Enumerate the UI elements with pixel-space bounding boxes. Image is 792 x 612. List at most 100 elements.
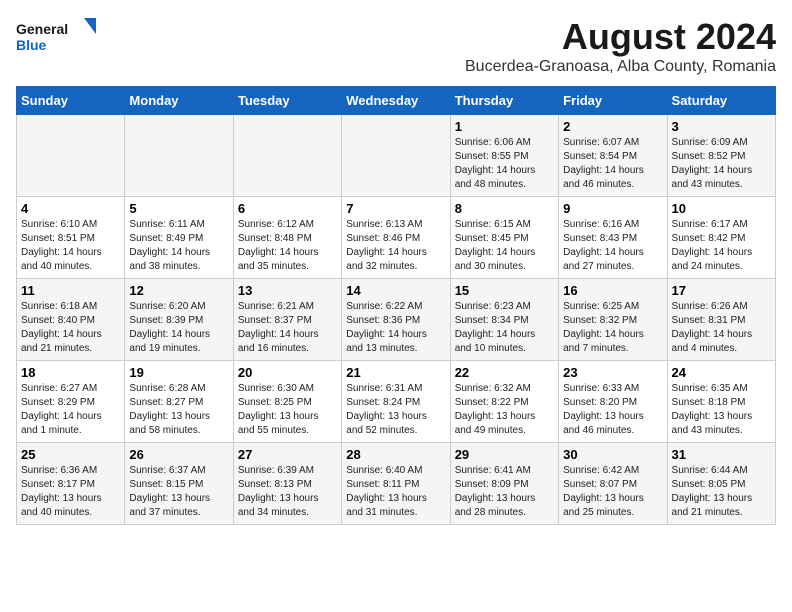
calendar-cell: 28 Sunrise: 6:40 AMSunset: 8:11 PMDayligh… (342, 443, 450, 525)
calendar-cell: 1 Sunrise: 6:06 AMSunset: 8:55 PMDaylight… (450, 115, 558, 197)
day-number: 9 (563, 201, 662, 216)
header-cell: Thursday (450, 87, 558, 115)
day-info: Sunrise: 6:32 AMSunset: 8:22 PMDaylight:… (455, 382, 554, 438)
day-info: Sunrise: 6:37 AMSunset: 8:15 PMDaylight:… (129, 464, 228, 520)
day-number: 4 (21, 201, 120, 216)
day-number: 13 (238, 283, 337, 298)
day-number: 11 (21, 283, 120, 298)
calendar-body: 1 Sunrise: 6:06 AMSunset: 8:55 PMDaylight… (17, 115, 776, 525)
calendar-cell: 7 Sunrise: 6:13 AMSunset: 8:46 PMDaylight… (342, 197, 450, 279)
day-info: Sunrise: 6:36 AMSunset: 8:17 PMDaylight:… (21, 464, 120, 520)
day-number: 3 (672, 119, 771, 134)
day-number: 8 (455, 201, 554, 216)
header-cell: Sunday (17, 87, 125, 115)
day-number: 27 (238, 447, 337, 462)
calendar-cell: 3Sunrise: 6:09 AMSunset: 8:52 PMDaylight… (667, 115, 775, 197)
svg-text:General: General (16, 21, 68, 37)
day-number: 12 (129, 283, 228, 298)
day-number: 23 (563, 365, 662, 380)
calendar-cell: 18Sunrise: 6:27 AMSunset: 8:29 PMDayligh… (17, 361, 125, 443)
calendar-cell: 21 Sunrise: 6:31 AMSunset: 8:24 PMDayligh… (342, 361, 450, 443)
subtitle: Bucerdea-Granoasa, Alba County, Romania (465, 58, 776, 76)
calendar-cell: 24Sunrise: 6:35 AMSunset: 8:18 PMDayligh… (667, 361, 775, 443)
day-number: 21 (346, 365, 445, 380)
calendar-header: SundayMondayTuesdayWednesdayThursdayFrid… (17, 87, 776, 115)
day-info: Sunrise: 6:16 AMSunset: 8:43 PMDaylight:… (563, 218, 662, 274)
logo-svg: General Blue (16, 16, 96, 60)
calendar-cell: 17Sunrise: 6:26 AMSunset: 8:31 PMDayligh… (667, 279, 775, 361)
logo: General Blue (16, 16, 96, 60)
calendar-cell: 11 Sunrise: 6:18 AMSunset: 8:40 PMDayligh… (17, 279, 125, 361)
header: General Blue August 2024 Bucerdea-Granoa… (16, 16, 776, 76)
day-info: Sunrise: 6:20 AMSunset: 8:39 PMDaylight:… (129, 300, 228, 356)
title-area: August 2024 Bucerdea-Granoasa, Alba Coun… (465, 16, 776, 76)
day-info: Sunrise: 6:28 AMSunset: 8:27 PMDaylight:… (129, 382, 228, 438)
day-number: 17 (672, 283, 771, 298)
day-info: Sunrise: 6:25 AMSunset: 8:32 PMDaylight:… (563, 300, 662, 356)
day-number: 20 (238, 365, 337, 380)
day-info: Sunrise: 6:11 AMSunset: 8:49 PMDaylight:… (129, 218, 228, 274)
svg-text:Blue: Blue (16, 37, 47, 53)
day-number: 26 (129, 447, 228, 462)
calendar-cell (125, 115, 233, 197)
calendar-row: 25 Sunrise: 6:36 AMSunset: 8:17 PMDayligh… (17, 443, 776, 525)
calendar-cell: 5Sunrise: 6:11 AMSunset: 8:49 PMDaylight… (125, 197, 233, 279)
day-info: Sunrise: 6:07 AMSunset: 8:54 PMDaylight:… (563, 136, 662, 192)
calendar-row: 4 Sunrise: 6:10 AMSunset: 8:51 PMDaylight… (17, 197, 776, 279)
header-cell: Saturday (667, 87, 775, 115)
calendar-cell: 31 Sunrise: 6:44 AMSunset: 8:05 PMDayligh… (667, 443, 775, 525)
day-number: 25 (21, 447, 120, 462)
day-number: 16 (563, 283, 662, 298)
day-info: Sunrise: 6:22 AMSunset: 8:36 PMDaylight:… (346, 300, 445, 356)
day-number: 22 (455, 365, 554, 380)
header-cell: Friday (559, 87, 667, 115)
calendar-cell: 26 Sunrise: 6:37 AMSunset: 8:15 PMDayligh… (125, 443, 233, 525)
day-info: Sunrise: 6:23 AMSunset: 8:34 PMDaylight:… (455, 300, 554, 356)
calendar-cell: 22 Sunrise: 6:32 AMSunset: 8:22 PMDayligh… (450, 361, 558, 443)
calendar-cell: 20 Sunrise: 6:30 AMSunset: 8:25 PMDayligh… (233, 361, 341, 443)
header-cell: Tuesday (233, 87, 341, 115)
day-number: 29 (455, 447, 554, 462)
calendar-cell: 2 Sunrise: 6:07 AMSunset: 8:54 PMDaylight… (559, 115, 667, 197)
calendar-cell: 14 Sunrise: 6:22 AMSunset: 8:36 PMDayligh… (342, 279, 450, 361)
day-info: Sunrise: 6:30 AMSunset: 8:25 PMDaylight:… (238, 382, 337, 438)
day-info: Sunrise: 6:35 AMSunset: 8:18 PMDaylight:… (672, 382, 771, 438)
header-cell: Monday (125, 87, 233, 115)
calendar-cell: 19 Sunrise: 6:28 AMSunset: 8:27 PMDayligh… (125, 361, 233, 443)
calendar-cell: 15 Sunrise: 6:23 AMSunset: 8:34 PMDayligh… (450, 279, 558, 361)
calendar-cell: 16 Sunrise: 6:25 AMSunset: 8:32 PMDayligh… (559, 279, 667, 361)
day-number: 6 (238, 201, 337, 216)
day-info: Sunrise: 6:13 AMSunset: 8:46 PMDaylight:… (346, 218, 445, 274)
day-info: Sunrise: 6:17 AMSunset: 8:42 PMDaylight:… (672, 218, 771, 274)
day-number: 28 (346, 447, 445, 462)
calendar-cell: 27 Sunrise: 6:39 AMSunset: 8:13 PMDayligh… (233, 443, 341, 525)
month-title: August 2024 (465, 16, 776, 58)
day-info: Sunrise: 6:40 AMSunset: 8:11 PMDaylight:… (346, 464, 445, 520)
day-number: 15 (455, 283, 554, 298)
calendar-cell: 12 Sunrise: 6:20 AMSunset: 8:39 PMDayligh… (125, 279, 233, 361)
day-number: 7 (346, 201, 445, 216)
day-number: 31 (672, 447, 771, 462)
calendar-cell: 6Sunrise: 6:12 AMSunset: 8:48 PMDaylight… (233, 197, 341, 279)
day-info: Sunrise: 6:27 AMSunset: 8:29 PMDaylight:… (21, 382, 120, 438)
day-info: Sunrise: 6:44 AMSunset: 8:05 PMDaylight:… (672, 464, 771, 520)
calendar-cell (17, 115, 125, 197)
day-number: 1 (455, 119, 554, 134)
calendar-table: SundayMondayTuesdayWednesdayThursdayFrid… (16, 86, 776, 525)
day-info: Sunrise: 6:06 AMSunset: 8:55 PMDaylight:… (455, 136, 554, 192)
calendar-cell: 4 Sunrise: 6:10 AMSunset: 8:51 PMDaylight… (17, 197, 125, 279)
calendar-row: 11 Sunrise: 6:18 AMSunset: 8:40 PMDayligh… (17, 279, 776, 361)
day-info: Sunrise: 6:31 AMSunset: 8:24 PMDaylight:… (346, 382, 445, 438)
calendar-cell: 9 Sunrise: 6:16 AMSunset: 8:43 PMDaylight… (559, 197, 667, 279)
day-info: Sunrise: 6:10 AMSunset: 8:51 PMDaylight:… (21, 218, 120, 274)
day-number: 2 (563, 119, 662, 134)
calendar-row: 1 Sunrise: 6:06 AMSunset: 8:55 PMDaylight… (17, 115, 776, 197)
calendar-cell: 8 Sunrise: 6:15 AMSunset: 8:45 PMDaylight… (450, 197, 558, 279)
day-number: 19 (129, 365, 228, 380)
day-number: 14 (346, 283, 445, 298)
day-info: Sunrise: 6:39 AMSunset: 8:13 PMDaylight:… (238, 464, 337, 520)
calendar-cell: 29Sunrise: 6:41 AMSunset: 8:09 PMDayligh… (450, 443, 558, 525)
day-info: Sunrise: 6:42 AMSunset: 8:07 PMDaylight:… (563, 464, 662, 520)
day-info: Sunrise: 6:15 AMSunset: 8:45 PMDaylight:… (455, 218, 554, 274)
day-info: Sunrise: 6:18 AMSunset: 8:40 PMDaylight:… (21, 300, 120, 356)
